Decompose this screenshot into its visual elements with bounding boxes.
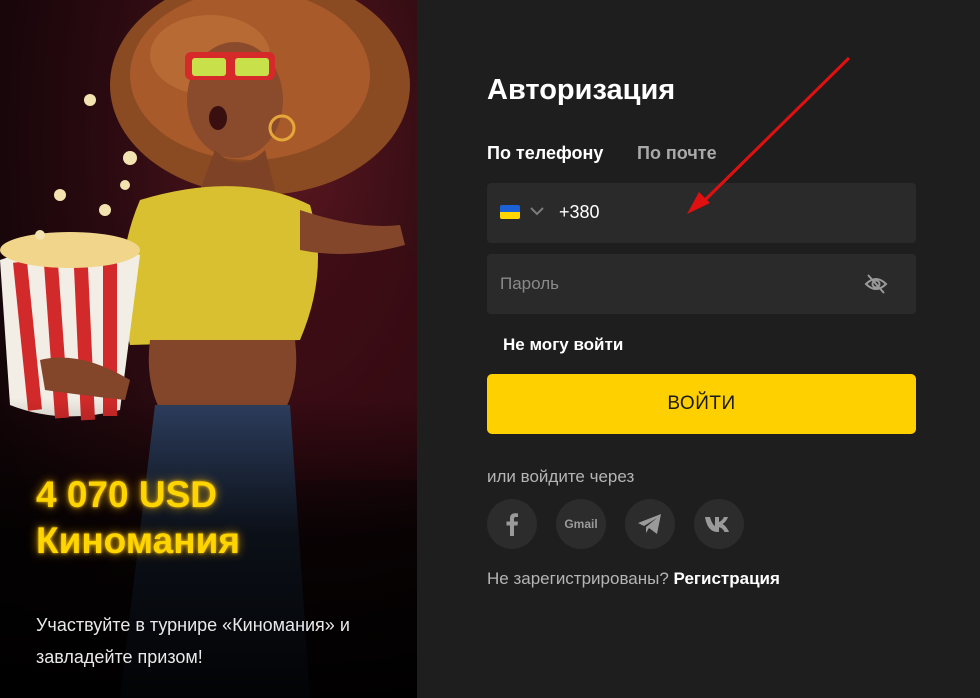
chevron-down-icon[interactable]	[530, 206, 544, 216]
eye-slash-icon[interactable]	[864, 273, 888, 295]
promo-title: Киномания	[36, 520, 240, 561]
register-prompt: Не зарегистрированы? Регистрация	[487, 569, 780, 589]
tab-email[interactable]: По почте	[637, 143, 717, 164]
phone-code[interactable]: +380	[559, 202, 600, 223]
social-login-label: или войдите через	[487, 467, 635, 486]
register-question: Не зарегистрированы?	[487, 569, 669, 588]
forgot-password-link[interactable]: Не могу войти	[503, 335, 623, 355]
promo-description: Участвуйте в турнире «Киномания» и завла…	[36, 615, 350, 667]
promo-prize-amount: 4 070 USD	[36, 474, 217, 515]
promo-banner: 4 070 USD Киномания Участвуйте в турнире…	[0, 0, 417, 698]
vk-icon	[705, 517, 729, 532]
facebook-icon	[506, 513, 518, 536]
ukraine-flag-icon[interactable]	[500, 205, 520, 219]
login-button[interactable]: ВОЙТИ	[487, 374, 916, 434]
vk-login-button[interactable]	[694, 499, 744, 549]
password-input[interactable]	[500, 254, 850, 314]
gmail-login-button[interactable]: Gmail	[556, 499, 606, 549]
telegram-login-button[interactable]	[625, 499, 675, 549]
telegram-icon	[638, 514, 661, 534]
facebook-login-button[interactable]	[487, 499, 537, 549]
gmail-label: Gmail	[564, 517, 598, 531]
register-link[interactable]: Регистрация	[674, 569, 780, 588]
phone-field[interactable]: +380	[487, 183, 916, 243]
password-field[interactable]	[487, 254, 916, 314]
page-title: Авторизация	[487, 74, 676, 106]
login-panel: Авторизация По телефону По почте +380 Не…	[417, 0, 980, 698]
tab-phone[interactable]: По телефону	[487, 143, 603, 164]
